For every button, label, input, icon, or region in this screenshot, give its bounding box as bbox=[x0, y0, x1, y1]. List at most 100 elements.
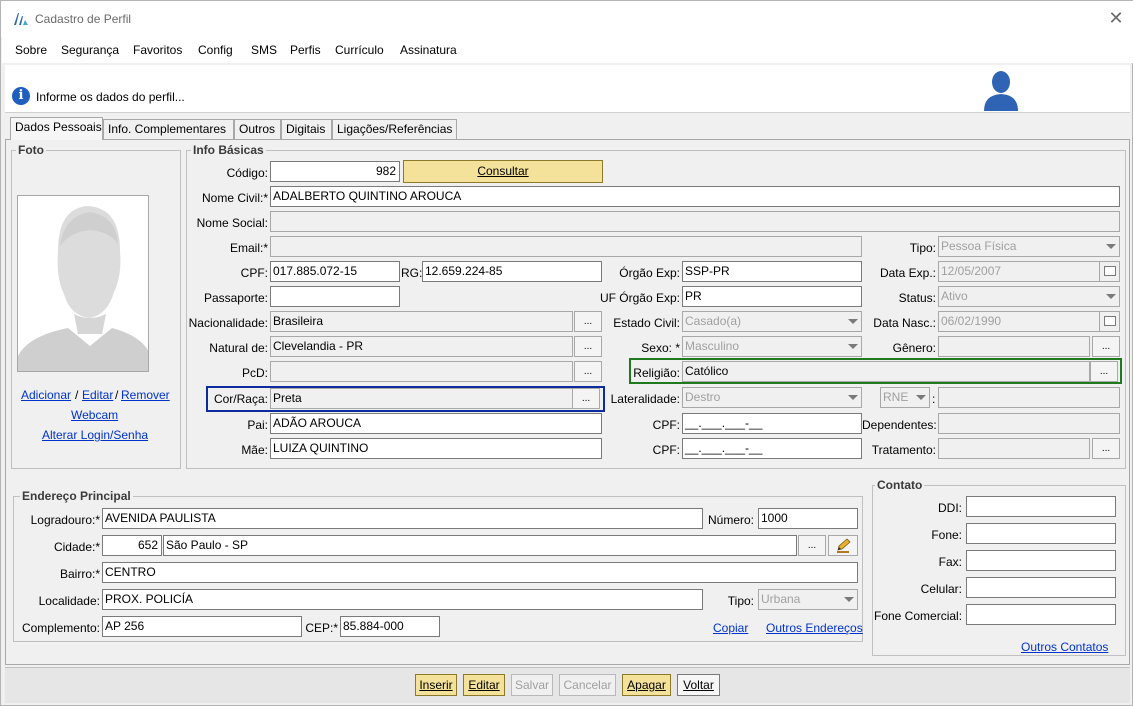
nome-civil-field[interactable]: ADALBERTO QUINTINO AROUCA bbox=[270, 186, 1120, 207]
chevron-down-icon bbox=[848, 344, 858, 349]
email-field[interactable] bbox=[270, 236, 862, 257]
menu-sms[interactable]: SMS bbox=[251, 43, 277, 57]
tratamento-label: Tratamento: bbox=[871, 443, 936, 457]
tab-info-complementares[interactable]: Info. Complementares bbox=[103, 119, 234, 139]
apagar-button[interactable]: Apagar bbox=[622, 674, 671, 696]
cidade-lookup-button[interactable]: ... bbox=[798, 535, 826, 556]
status-select[interactable]: Ativo bbox=[938, 286, 1120, 307]
outros-contatos-link[interactable]: Outros Contatos bbox=[1021, 640, 1108, 654]
celular-label: Celular: bbox=[920, 582, 962, 596]
foto-separator: / bbox=[115, 388, 119, 402]
adicionar-foto-link[interactable]: Adicionar bbox=[21, 388, 71, 402]
inserir-button[interactable]: Inserir bbox=[415, 674, 457, 696]
menu-config[interactable]: Config bbox=[198, 43, 233, 57]
nacionalidade-field[interactable]: Brasileira bbox=[270, 311, 573, 332]
editar-foto-link[interactable]: Editar bbox=[82, 388, 113, 402]
menu-curriculo[interactable]: Currículo bbox=[335, 43, 384, 57]
rne-field[interactable] bbox=[938, 387, 1120, 408]
menu-sobre[interactable]: Sobre bbox=[15, 43, 47, 57]
pai-field[interactable]: ADÃO AROUCA bbox=[270, 413, 602, 434]
calendar-icon[interactable] bbox=[1099, 262, 1119, 281]
tab-dados-pessoais[interactable]: Dados Pessoais bbox=[10, 117, 103, 140]
orgao-exp-field[interactable]: SSP-PR bbox=[682, 261, 862, 282]
cor-raca-label: Cor/Raça: bbox=[213, 392, 268, 406]
religiao-field[interactable]: Católico bbox=[682, 361, 1090, 382]
menu-bar: Sobre Segurança Favoritos Config SMS Per… bbox=[2, 37, 1133, 63]
fone-field[interactable] bbox=[966, 523, 1116, 544]
cep-label: CEP:* bbox=[305, 621, 338, 635]
data-exp-field[interactable]: 12/05/2007 bbox=[938, 261, 1120, 282]
lateralidade-select[interactable]: Destro bbox=[682, 387, 862, 408]
passaporte-field[interactable] bbox=[270, 286, 400, 307]
remover-foto-link[interactable]: Remover bbox=[121, 388, 170, 402]
copiar-link[interactable]: Copiar bbox=[713, 621, 748, 635]
webcam-link[interactable]: Webcam bbox=[71, 408, 118, 422]
complemento-field[interactable]: AP 256 bbox=[102, 616, 302, 637]
fax-field[interactable] bbox=[966, 550, 1116, 571]
alterar-login-link[interactable]: Alterar Login/Senha bbox=[42, 428, 148, 442]
fone-comercial-field[interactable] bbox=[966, 604, 1116, 625]
close-icon[interactable]: ✕ bbox=[1107, 9, 1125, 27]
celular-field[interactable] bbox=[966, 577, 1116, 598]
ddi-field[interactable] bbox=[966, 496, 1116, 517]
menu-seguranca[interactable]: Segurança bbox=[61, 43, 119, 57]
data-nasc-field[interactable]: 06/02/1990 bbox=[938, 311, 1120, 332]
fone-comercial-label: Fone Comercial: bbox=[874, 609, 963, 623]
genero-lookup-button[interactable]: ... bbox=[1092, 336, 1120, 357]
sexo-select[interactable]: Masculino bbox=[682, 336, 862, 357]
tab-digitais[interactable]: Digitais bbox=[281, 119, 332, 139]
editar-button[interactable]: Editar bbox=[463, 674, 505, 696]
voltar-button[interactable]: Voltar bbox=[677, 674, 720, 696]
tab-ligacoes-referencias[interactable]: Ligações/Referências bbox=[332, 119, 457, 139]
cancelar-button[interactable]: Cancelar bbox=[559, 674, 616, 696]
menu-favoritos[interactable]: Favoritos bbox=[133, 43, 182, 57]
salvar-button[interactable]: Salvar bbox=[511, 674, 553, 696]
cpf-field[interactable]: 017.885.072-15 bbox=[270, 261, 400, 282]
tipo-endereco-select[interactable]: Urbana bbox=[758, 589, 858, 610]
localidade-field[interactable]: PROX. POLICÍA bbox=[102, 589, 703, 610]
rg-field[interactable]: 12.659.224-85 bbox=[422, 261, 602, 282]
bairro-field[interactable]: CENTRO bbox=[102, 562, 858, 583]
tratamento-lookup-button[interactable]: ... bbox=[1092, 438, 1120, 459]
rne-select[interactable]: RNE bbox=[880, 387, 930, 408]
endereco-group-title: Endereço Principal bbox=[20, 489, 133, 503]
estado-civil-select[interactable]: Casado(a) bbox=[682, 311, 862, 332]
email-label: Email:* bbox=[229, 241, 268, 255]
menu-perfis[interactable]: Perfis bbox=[290, 43, 321, 57]
outros-enderecos-link[interactable]: Outros Endereços bbox=[766, 621, 863, 635]
cidade-field[interactable]: São Paulo - SP bbox=[163, 535, 797, 556]
numero-field[interactable]: 1000 bbox=[758, 508, 858, 529]
chevron-down-icon bbox=[848, 319, 858, 324]
pai-cpf-field[interactable]: __.___.___-__ bbox=[682, 413, 862, 434]
genero-field[interactable] bbox=[938, 336, 1090, 357]
logradouro-field[interactable]: AVENIDA PAULISTA bbox=[102, 508, 703, 529]
pcd-field[interactable] bbox=[270, 361, 573, 382]
sexo-label: Sexo: * bbox=[641, 341, 680, 355]
religiao-lookup-button[interactable]: ... bbox=[1090, 361, 1118, 382]
cidade-label: Cidade:* bbox=[53, 540, 100, 554]
tab-outros[interactable]: Outros bbox=[234, 119, 281, 139]
lateralidade-label: Lateralidade: bbox=[610, 392, 680, 406]
cor-raca-field[interactable]: Preta bbox=[270, 388, 573, 409]
cep-field[interactable]: 85.884-000 bbox=[340, 616, 440, 637]
mae-cpf-field[interactable]: __.___.___-__ bbox=[682, 438, 862, 459]
natural-field[interactable]: Clevelandia - PR bbox=[270, 336, 573, 357]
rne-value: RNE bbox=[883, 390, 909, 404]
mae-cpf-label: CPF: bbox=[652, 443, 680, 457]
uf-orgao-field[interactable]: PR bbox=[682, 286, 862, 307]
menu-assinatura[interactable]: Assinatura bbox=[400, 43, 457, 57]
info-banner: i Informe os dados do perfil... bbox=[5, 65, 1130, 113]
cidade-edit-button[interactable] bbox=[828, 535, 858, 556]
consultar-button[interactable]: Consultar bbox=[403, 160, 603, 183]
tratamento-field[interactable] bbox=[938, 438, 1090, 459]
codigo-field[interactable]: 982 bbox=[270, 161, 400, 182]
dependentes-field[interactable] bbox=[938, 413, 1120, 434]
mae-field[interactable]: LUIZA QUINTINO bbox=[270, 438, 602, 459]
nome-social-field[interactable] bbox=[270, 211, 1120, 232]
pcd-lookup-button[interactable]: ... bbox=[574, 361, 602, 382]
tipo-pessoa-select[interactable]: Pessoa Física bbox=[938, 236, 1120, 257]
foto-group-title: Foto bbox=[16, 143, 46, 157]
tipo-pessoa-label: Tipo: bbox=[909, 241, 936, 255]
calendar-icon[interactable] bbox=[1099, 312, 1119, 331]
cidade-codigo-field[interactable]: 652 bbox=[102, 535, 162, 556]
